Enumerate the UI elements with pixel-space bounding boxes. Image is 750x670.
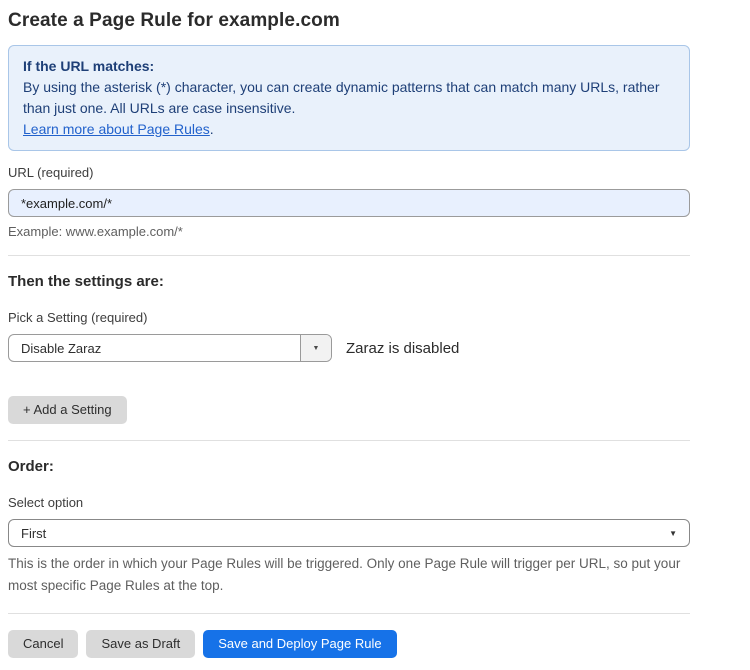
add-setting-button[interactable]: + Add a Setting [8,396,127,424]
info-box-link-line: Learn more about Page Rules. [23,119,675,140]
cancel-button[interactable]: Cancel [8,630,78,658]
order-heading: Order: [8,458,690,475]
order-help-text: This is the order in which your Page Rul… [8,553,690,597]
order-select-value: First [21,526,46,541]
setting-row: Disable Zaraz ▼ Zaraz is disabled [8,334,690,362]
settings-heading: Then the settings are: [8,273,690,290]
url-input[interactable] [8,189,690,217]
page-title: Create a Page Rule for example.com [8,10,690,32]
page-rule-form: Create a Page Rule for example.com If th… [0,0,750,658]
form-actions: Cancel Save as Draft Save and Deploy Pag… [8,630,690,658]
setting-dropdown-value: Disable Zaraz [9,335,300,361]
link-suffix: . [210,121,214,137]
chevron-down-icon: ▼ [669,529,677,538]
save-draft-button[interactable]: Save as Draft [86,630,195,658]
divider [8,255,690,256]
order-select-label: Select option [8,495,690,510]
info-box-heading: If the URL matches: [23,56,675,77]
setting-dropdown[interactable]: Disable Zaraz ▼ [8,334,332,362]
learn-more-link[interactable]: Learn more about Page Rules [23,121,210,137]
order-select[interactable]: First ▼ [8,519,690,547]
url-example: Example: www.example.com/* [8,224,690,239]
chevron-down-icon[interactable]: ▼ [300,335,331,361]
url-match-info-box: If the URL matches: By using the asteris… [8,45,690,151]
setting-status-text: Zaraz is disabled [346,340,459,357]
info-box-body: By using the asterisk (*) character, you… [23,77,675,119]
divider [8,440,690,441]
divider [8,613,690,614]
setting-picker-label: Pick a Setting (required) [8,310,690,325]
save-deploy-button[interactable]: Save and Deploy Page Rule [203,630,396,658]
url-label: URL (required) [8,165,690,180]
